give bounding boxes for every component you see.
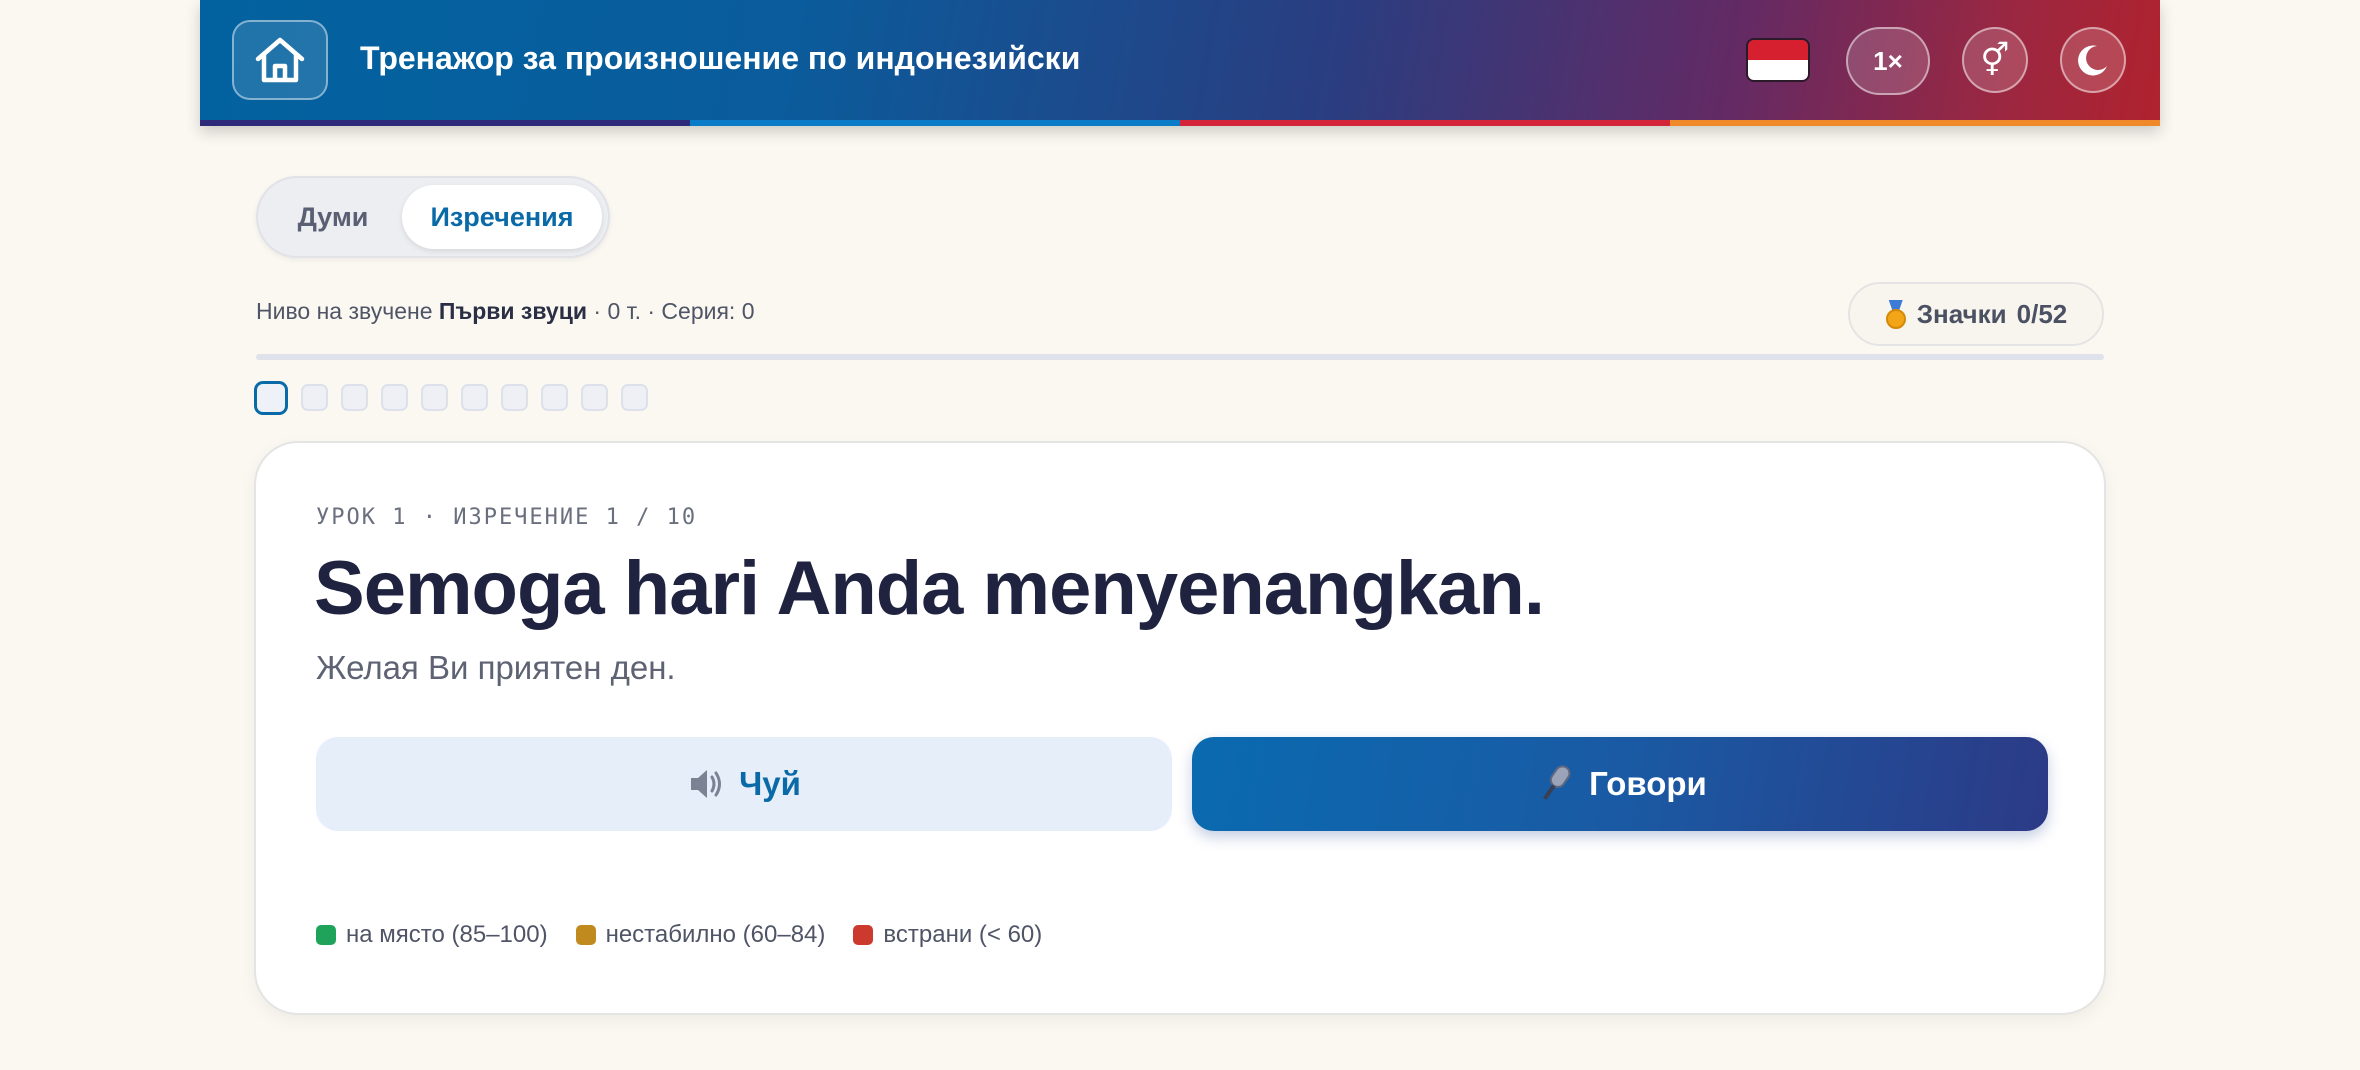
voice-gender-button[interactable]: ⚥	[1962, 27, 2028, 93]
legend-label: на място (85–100)	[346, 921, 548, 948]
badges-count: 0/52	[2016, 298, 2068, 329]
legend-label: нестабилно (60–84)	[605, 921, 826, 948]
lesson-progress-bar	[256, 354, 2104, 360]
speaker-icon	[691, 770, 722, 798]
speed-button[interactable]: 1×	[1846, 27, 1930, 95]
level-status: Ниво на звучене Първи звуци · 0 т. · Сер…	[256, 298, 755, 325]
badges-button[interactable]: Значки 0/52	[1848, 282, 2104, 346]
stripe-segment	[690, 120, 1180, 126]
theme-toggle-button[interactable]	[2060, 27, 2126, 93]
level-name: Първи звуци	[438, 298, 587, 324]
step-dot[interactable]	[341, 384, 368, 411]
badges-label: Значки	[1916, 298, 2007, 329]
step-dot[interactable]	[541, 384, 568, 411]
step-dot[interactable]	[301, 384, 328, 411]
listen-button[interactable]: Чуй	[316, 737, 1172, 831]
target-phrase: Semoga hari Anda menyenangkan.	[314, 546, 1545, 631]
speak-label: Говори	[1589, 765, 1707, 802]
language-flag-button[interactable]	[1746, 38, 1810, 82]
step-dot[interactable]	[581, 384, 608, 411]
listen-label: Чуй	[739, 765, 801, 802]
lesson-label: УРОК 1 · ИЗРЕЧЕНИЕ 1 / 10	[316, 505, 698, 530]
tab-phrases[interactable]: Изречения	[402, 185, 602, 249]
step-dot[interactable]	[421, 384, 448, 411]
step-dot[interactable]	[381, 384, 408, 411]
speed-label: 1×	[1873, 45, 1903, 76]
step-dot[interactable]	[621, 384, 648, 411]
step-dot[interactable]	[461, 384, 488, 411]
stripe-segment	[1180, 120, 1670, 126]
phrase-card: УРОК 1 · ИЗРЕЧЕНИЕ 1 / 10 Semoga hari An…	[254, 441, 2106, 1015]
phrase-translation: Желая Ви приятен ден.	[316, 649, 676, 686]
stripe-segment	[200, 120, 690, 126]
app-header: Тренажор за произношение по индонезийски…	[200, 0, 2160, 126]
medal-icon	[1885, 300, 1907, 329]
gender-icon: ⚥	[1980, 42, 2010, 78]
moon-icon	[2078, 45, 2107, 76]
step-dot-current[interactable]	[254, 381, 288, 415]
flag-red-band	[1748, 40, 1808, 60]
legend-label: встрани (< 60)	[883, 921, 1043, 948]
microphone-icon	[1543, 765, 1571, 800]
phrase-step-dots	[254, 381, 648, 415]
header-color-stripe	[200, 120, 2160, 126]
app-title: Тренажор за произношение по индонезийски	[360, 40, 1081, 76]
flag-white-band	[1748, 60, 1808, 80]
home-icon	[255, 37, 305, 83]
score-legend: на място (85–100) нестабилно (60–84) вст…	[316, 921, 1042, 949]
legend-swatch-red	[853, 925, 874, 945]
step-dot[interactable]	[501, 384, 528, 411]
app-root: Тренажор за произношение по индонезийски…	[0, 0, 2360, 1070]
level-prefix: Ниво на звучене	[256, 298, 439, 324]
stripe-segment	[1670, 120, 2160, 126]
legend-swatch-amber	[575, 925, 596, 945]
legend-item-off: встрани (< 60)	[853, 921, 1042, 949]
legend-item-good: на място (85–100)	[316, 921, 548, 949]
level-suffix: · 0 т. · Серия: 0	[587, 298, 755, 324]
mode-tabs: Думи Изречения	[256, 176, 610, 258]
legend-item-unstable: нестабилно (60–84)	[575, 921, 826, 949]
speak-button[interactable]: Говори	[1192, 737, 2048, 831]
home-button[interactable]	[232, 20, 328, 100]
tab-words[interactable]: Думи	[264, 185, 402, 249]
legend-swatch-green	[316, 925, 336, 945]
